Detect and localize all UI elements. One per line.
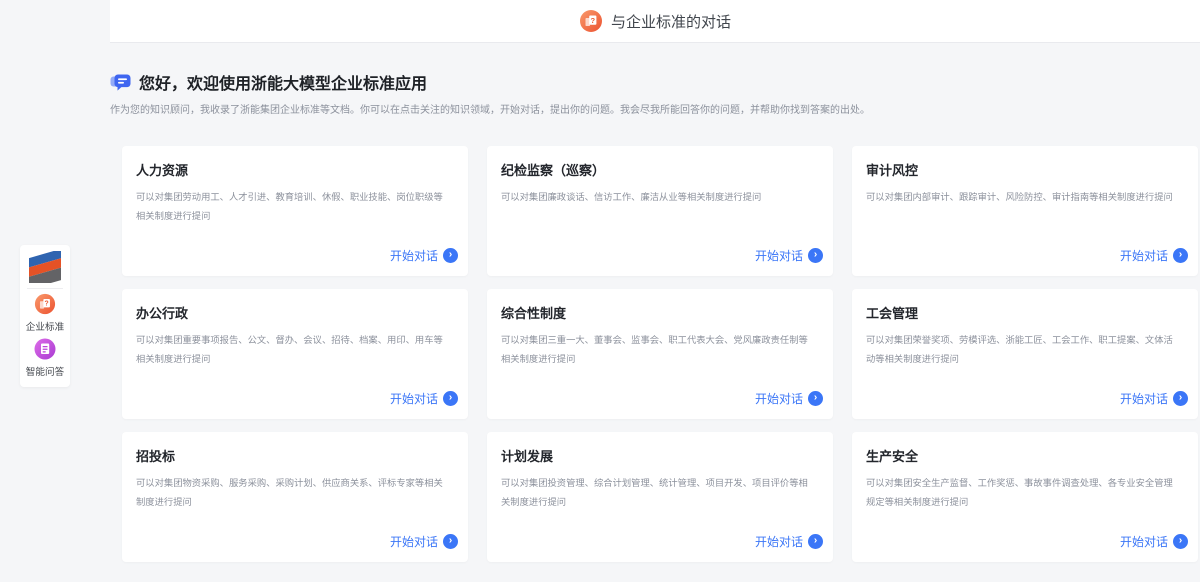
arrow-right-icon: › xyxy=(443,248,458,263)
welcome-header: 您好，欢迎使用浙能大模型企业标准应用 xyxy=(110,70,427,94)
sidebar-item-smart-qa[interactable]: 智能问答 xyxy=(20,338,70,379)
page-header: ? 与企业标准的对话 xyxy=(110,0,1200,43)
start-chat-link[interactable]: 开始对话 › xyxy=(390,390,458,407)
arrow-right-icon: › xyxy=(808,391,823,406)
card-description: 可以对集团内部审计、跟踪审计、风险防控、审计指南等相关制度进行提问 xyxy=(866,188,1182,207)
start-chat-link[interactable]: 开始对话 › xyxy=(390,533,458,550)
arrow-right-icon: › xyxy=(443,534,458,549)
card-description: 可以对集团劳动用工、人才引进、教育培训、休假、职业技能、岗位职级等相关制度进行提… xyxy=(136,188,452,226)
topic-card-discipline: 纪检监察（巡察） 可以对集团廉政谈话、信访工作、廉洁从业等相关制度进行提问 开始… xyxy=(487,146,833,276)
arrow-right-icon: › xyxy=(443,391,458,406)
card-description: 可以对集团物资采购、服务采购、采购计划、供应商关系、评标专家等相关制度进行提问 xyxy=(136,474,452,512)
start-chat-link[interactable]: 开始对话 › xyxy=(755,390,823,407)
card-description: 可以对集团廉政谈话、信访工作、廉洁从业等相关制度进行提问 xyxy=(501,188,817,207)
start-chat-label: 开始对话 xyxy=(755,390,803,407)
card-title: 生产安全 xyxy=(866,446,1182,465)
card-description: 可以对集团荣誉奖项、劳模评选、浙能工匠、工会工作、职工提案、文体活动等相关制度进… xyxy=(866,331,1182,369)
card-title: 综合性制度 xyxy=(501,303,817,322)
start-chat-label: 开始对话 xyxy=(1120,247,1168,264)
arrow-right-icon: › xyxy=(1173,391,1188,406)
card-title: 计划发展 xyxy=(501,446,817,465)
topic-card-safety: 生产安全 可以对集团安全生产监督、工作奖惩、事故事件调查处理、各专业安全管理规定… xyxy=(852,432,1198,562)
svg-text:?: ? xyxy=(590,16,595,25)
start-chat-label: 开始对话 xyxy=(1120,390,1168,407)
start-chat-label: 开始对话 xyxy=(390,390,438,407)
chat-bubble-icon xyxy=(110,72,131,93)
start-chat-label: 开始对话 xyxy=(755,247,803,264)
topic-card-union: 工会管理 可以对集团荣誉奖项、劳模评选、浙能工匠、工会工作、职工提案、文体活动等… xyxy=(852,289,1198,419)
start-chat-label: 开始对话 xyxy=(390,533,438,550)
welcome-subtitle: 作为您的知识顾问，我收录了浙能集团企业标准等文档。你可以在点击关注的知识领域，开… xyxy=(110,104,870,118)
card-description: 可以对集团安全生产监督、工作奖惩、事故事件调查处理、各专业安全管理规定等相关制度… xyxy=(866,474,1182,512)
card-description: 可以对集团三重一大、董事会、监事会、职工代表大会、党风廉政责任制等相关制度进行提… xyxy=(501,331,817,369)
start-chat-link[interactable]: 开始对话 › xyxy=(755,533,823,550)
enterprise-standard-chat-icon: ? xyxy=(579,9,603,33)
arrow-right-icon: › xyxy=(808,248,823,263)
start-chat-link[interactable]: 开始对话 › xyxy=(390,247,458,264)
welcome-title: 您好，欢迎使用浙能大模型企业标准应用 xyxy=(139,70,427,94)
topic-card-hr: 人力资源 可以对集团劳动用工、人才引进、教育培训、休假、职业技能、岗位职级等相关… xyxy=(122,146,468,276)
card-title: 办公行政 xyxy=(136,303,452,322)
sidebar-item-label: 企业标准 xyxy=(21,322,69,334)
start-chat-link[interactable]: 开始对话 › xyxy=(1120,390,1188,407)
zheneng-logo xyxy=(20,251,70,283)
start-chat-link[interactable]: 开始对话 › xyxy=(1120,247,1188,264)
smart-qa-icon xyxy=(34,338,56,360)
sidebar-item-enterprise-standard[interactable]: ? 企业标准 xyxy=(20,293,70,334)
page-title: 与企业标准的对话 xyxy=(611,11,731,32)
topic-card-planning: 计划发展 可以对集团投资管理、综合计划管理、统计管理、项目开发、项目评价等相关制… xyxy=(487,432,833,562)
left-nav-panel: ? 企业标准 智能问答 xyxy=(20,245,70,387)
topic-card-audit: 审计风控 可以对集团内部审计、跟踪审计、风险防控、审计指南等相关制度进行提问 开… xyxy=(852,146,1198,276)
card-title: 纪检监察（巡察） xyxy=(501,160,817,179)
topic-card-grid: 人力资源 可以对集团劳动用工、人才引进、教育培训、休假、职业技能、岗位职级等相关… xyxy=(122,146,1198,562)
start-chat-label: 开始对话 xyxy=(390,247,438,264)
card-description: 可以对集团重要事项报告、公文、督办、会议、招待、档案、用印、用车等相关制度进行提… xyxy=(136,331,452,369)
start-chat-label: 开始对话 xyxy=(1120,533,1168,550)
card-description: 可以对集团投资管理、综合计划管理、统计管理、项目开发、项目评价等相关制度进行提问 xyxy=(501,474,817,512)
arrow-right-icon: › xyxy=(808,534,823,549)
enterprise-standard-icon: ? xyxy=(34,293,56,315)
start-chat-label: 开始对话 xyxy=(755,533,803,550)
card-title: 人力资源 xyxy=(136,160,452,179)
start-chat-link[interactable]: 开始对话 › xyxy=(1120,533,1188,550)
card-title: 招投标 xyxy=(136,446,452,465)
card-title: 审计风控 xyxy=(866,160,1182,179)
svg-text:?: ? xyxy=(45,301,49,308)
panel-divider xyxy=(27,288,63,289)
card-title: 工会管理 xyxy=(866,303,1182,322)
arrow-right-icon: › xyxy=(1173,534,1188,549)
sidebar-item-label: 智能问答 xyxy=(21,367,69,379)
arrow-right-icon: › xyxy=(1173,248,1188,263)
start-chat-link[interactable]: 开始对话 › xyxy=(755,247,823,264)
topic-card-comprehensive: 综合性制度 可以对集团三重一大、董事会、监事会、职工代表大会、党风廉政责任制等相… xyxy=(487,289,833,419)
topic-card-admin: 办公行政 可以对集团重要事项报告、公文、督办、会议、招待、档案、用印、用车等相关… xyxy=(122,289,468,419)
topic-card-bidding: 招投标 可以对集团物资采购、服务采购、采购计划、供应商关系、评标专家等相关制度进… xyxy=(122,432,468,562)
